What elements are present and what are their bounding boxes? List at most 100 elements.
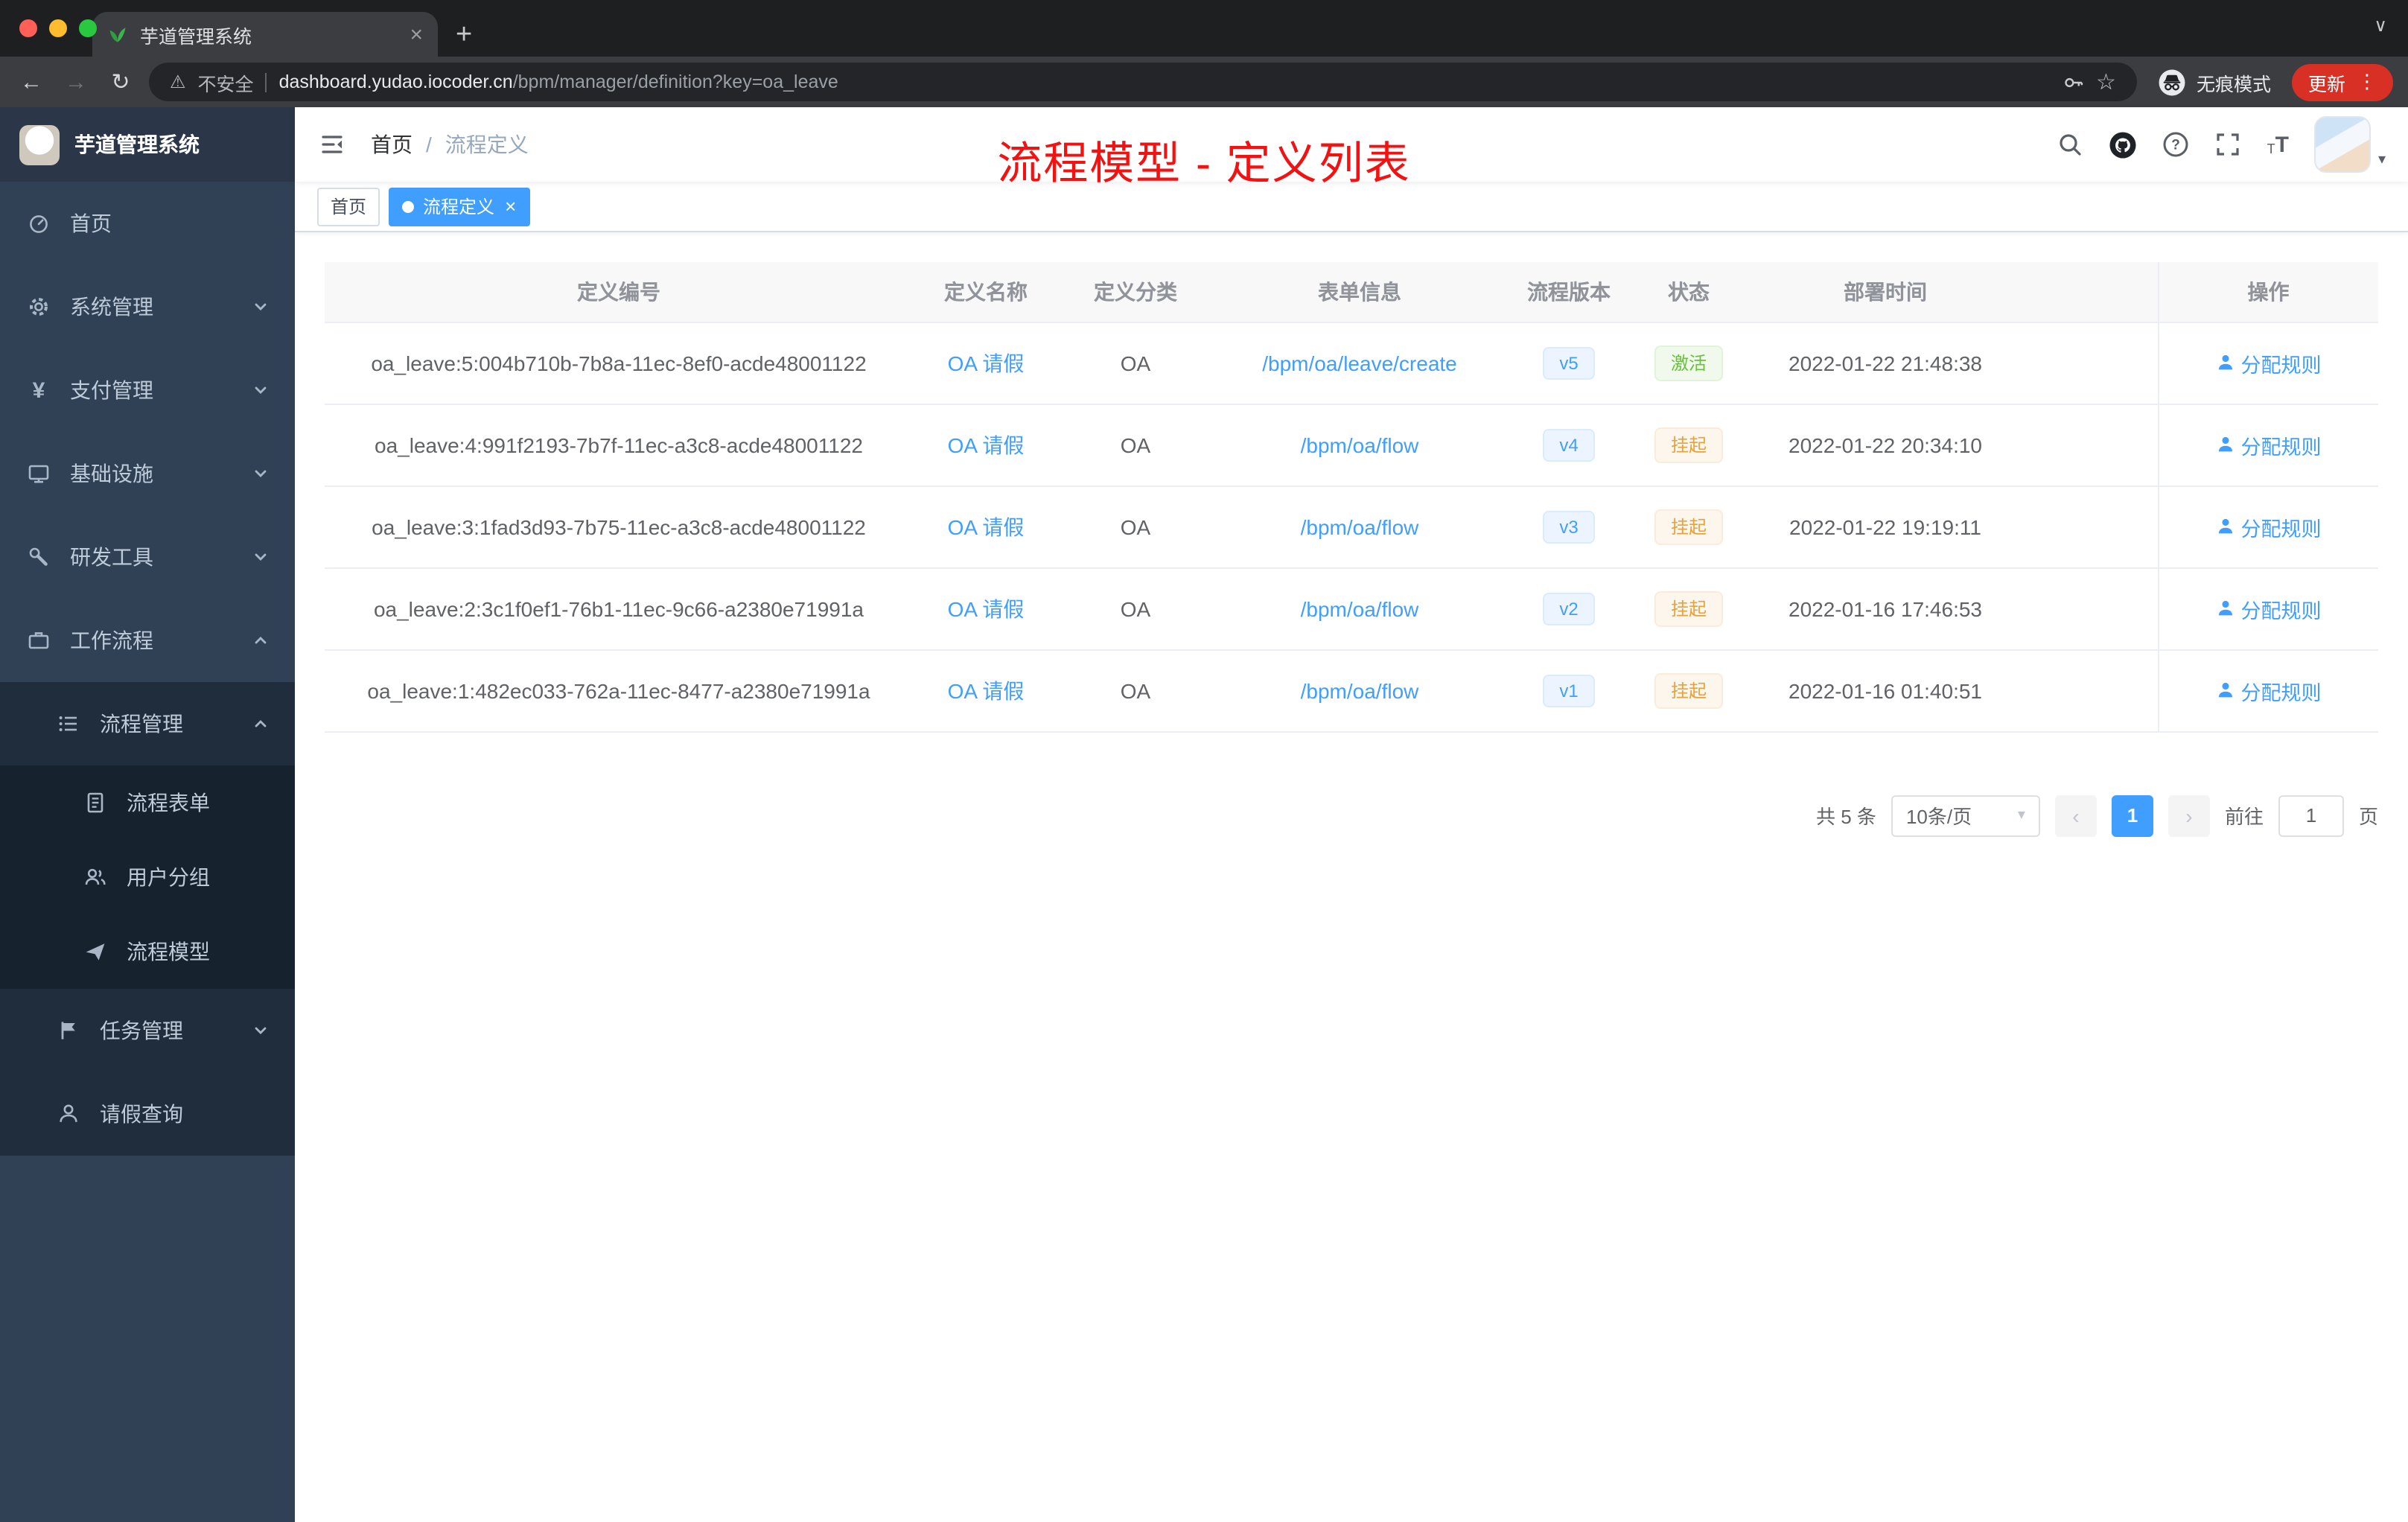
sidebar-item-leave-query[interactable]: 请假查询 <box>0 1072 295 1156</box>
definition-id: oa_leave:1:482ec033-762a-11ec-8477-a2380… <box>367 678 870 702</box>
window-controls <box>19 19 97 37</box>
definition-name-link[interactable]: OA 请假 <box>948 433 1025 456</box>
reload-button[interactable]: ↻ <box>104 71 137 93</box>
security-warning-icon: ⚠ <box>170 71 186 92</box>
form-link[interactable]: /bpm/oa/flow <box>1301 515 1419 538</box>
address-bar[interactable]: ⚠ 不安全 dashboard.yudao.iocoder.cn/bpm/man… <box>149 63 2137 101</box>
browser-toolbar: ← → ↻ ⚠ 不安全 dashboard.yudao.iocoder.cn/b… <box>0 57 2408 107</box>
status-badge: 挂起 <box>1654 672 1723 708</box>
goto-label: 前往 <box>2224 806 2264 828</box>
browser-tab-strip: 芋道管理系统 × + ∨ <box>0 0 2408 57</box>
person-icon <box>2218 600 2232 616</box>
definition-category: OA <box>1120 433 1151 456</box>
form-link[interactable]: /bpm/oa/flow <box>1301 596 1419 620</box>
assign-rule-button[interactable]: 分配规则 <box>2216 675 2322 705</box>
person-icon <box>2218 682 2232 698</box>
sidebar-item-task-manage[interactable]: 任务管理 <box>0 989 295 1072</box>
tag-home[interactable]: 首页 <box>317 187 380 226</box>
omnibox-divider <box>265 72 267 92</box>
pagination-total: 共 5 条 <box>1816 806 1876 828</box>
version-badge: v3 <box>1543 510 1595 543</box>
sidebar-item-home[interactable]: 首页 <box>0 182 295 265</box>
sidebar-item-user-group[interactable]: 用户分组 <box>0 840 295 914</box>
svg-text:?: ? <box>2172 138 2181 153</box>
tab-close-icon[interactable]: × <box>410 23 423 45</box>
window-minimize-button[interactable] <box>49 19 67 37</box>
fullscreen-icon[interactable] <box>2215 131 2242 158</box>
assign-rule-button[interactable]: 分配规则 <box>2216 593 2322 623</box>
goto-page-input[interactable] <box>2278 795 2344 836</box>
search-icon[interactable] <box>2057 131 2084 158</box>
forward-button[interactable]: → <box>60 71 92 93</box>
form-link[interactable]: /bpm/oa/flow <box>1301 678 1419 702</box>
monitor-icon <box>27 462 51 485</box>
chevron-up-icon <box>253 716 268 731</box>
sidebar-item-label: 请假查询 <box>100 1102 183 1126</box>
sidebar-toggle-icon[interactable] <box>317 130 347 159</box>
sidebar-item-infrastructure[interactable]: 基础设施 <box>0 432 295 515</box>
definition-category: OA <box>1120 351 1151 375</box>
incognito-icon <box>2158 68 2186 96</box>
browser-menu-icon[interactable]: ⋮ <box>2357 70 2377 94</box>
next-page-button[interactable]: › <box>2167 795 2210 836</box>
status-badge: 挂起 <box>1654 427 1723 462</box>
col-actions: 操作 <box>2157 262 2378 322</box>
sidebar-item-process-model[interactable]: 流程模型 <box>0 914 295 989</box>
breadcrumb-home[interactable]: 首页 <box>371 130 413 159</box>
sidebar-item-system[interactable]: 系统管理 <box>0 265 295 348</box>
assign-rule-button[interactable]: 分配规则 <box>2216 512 2322 541</box>
definition-id: oa_leave:3:1fad3d93-7b75-11ec-a3c8-acde4… <box>372 515 866 538</box>
sidebar-item-label: 基础设施 <box>70 462 153 485</box>
definition-name-link[interactable]: OA 请假 <box>948 351 1025 375</box>
definition-id: oa_leave:5:004b710b-7b8a-11ec-8ef0-acde4… <box>371 351 867 375</box>
definition-category: OA <box>1120 515 1151 538</box>
person-icon <box>57 1102 80 1126</box>
font-size-icon[interactable]: TT <box>2267 133 2289 156</box>
new-tab-button[interactable]: + <box>456 21 472 49</box>
user-menu[interactable]: ▾ <box>2313 116 2386 173</box>
tag-close-icon[interactable]: × <box>505 197 516 216</box>
sidebar-item-label: 流程表单 <box>127 791 210 815</box>
form-link[interactable]: /bpm/oa/leave/create <box>1262 351 1457 375</box>
briefcase-icon <box>27 628 51 652</box>
tag-process-definition[interactable]: 流程定义 × <box>389 187 530 226</box>
sidebar-item-devtools[interactable]: 研发工具 <box>0 515 295 599</box>
browser-tab[interactable]: 芋道管理系统 × <box>92 12 438 57</box>
workflow-submenu: 流程管理 流程表单 用户分组 流程模型 任务管理 请假查询 <box>0 682 295 1156</box>
definition-table-body: oa_leave:5:004b710b-7b8a-11ec-8ef0-acde4… <box>325 322 2378 732</box>
window-zoom-button[interactable] <box>79 19 97 37</box>
definition-name-link[interactable]: OA 请假 <box>948 596 1025 620</box>
github-icon[interactable] <box>2109 130 2138 159</box>
sidebar-item-process-form[interactable]: 流程表单 <box>0 765 295 840</box>
sidebar-item-label: 系统管理 <box>70 295 153 319</box>
breadcrumb: 首页 / 流程定义 <box>371 130 529 159</box>
sidebar-item-process-manage[interactable]: 流程管理 <box>0 682 295 765</box>
assign-rule-button[interactable]: 分配规则 <box>2216 430 2322 459</box>
status-badge: 激活 <box>1654 345 1723 380</box>
sidebar-item-label: 首页 <box>70 211 112 235</box>
deploy-time: 2022-01-22 20:34:10 <box>1789 433 1982 456</box>
status-badge: 挂起 <box>1654 590 1723 626</box>
sidebar-item-workflow[interactable]: 工作流程 <box>0 599 295 682</box>
bookmark-star-icon[interactable]: ☆ <box>2096 69 2116 95</box>
assign-rule-button[interactable]: 分配规则 <box>2216 348 2322 378</box>
col-process-version: 流程版本 <box>1507 262 1631 322</box>
form-link[interactable]: /bpm/oa/flow <box>1301 433 1419 456</box>
prev-page-button[interactable]: ‹ <box>2054 795 2097 836</box>
window-close-button[interactable] <box>19 19 37 37</box>
page-size-select[interactable]: 10条/页 ▾ <box>1891 795 2040 836</box>
tab-search-chevron-icon[interactable]: ∨ <box>2374 15 2387 36</box>
definition-name-link[interactable]: OA 请假 <box>948 678 1025 702</box>
table-row: oa_leave:2:3c1f0ef1-76b1-11ec-9c66-a2380… <box>325 567 2378 650</box>
back-button[interactable]: ← <box>15 71 48 93</box>
password-key-icon[interactable] <box>2062 71 2084 93</box>
page-number-current[interactable]: 1 <box>2111 795 2153 836</box>
logo-avatar <box>19 124 60 165</box>
sidebar-item-payment[interactable]: ¥ 支付管理 <box>0 348 295 432</box>
update-button[interactable]: 更新 ⋮ <box>2291 63 2393 101</box>
app-title: 芋道管理系统 <box>74 133 200 156</box>
app-logo[interactable]: 芋道管理系统 <box>0 107 295 182</box>
avatar[interactable] <box>2313 116 2371 173</box>
definition-name-link[interactable]: OA 请假 <box>948 515 1025 538</box>
help-icon[interactable]: ? <box>2163 131 2190 158</box>
